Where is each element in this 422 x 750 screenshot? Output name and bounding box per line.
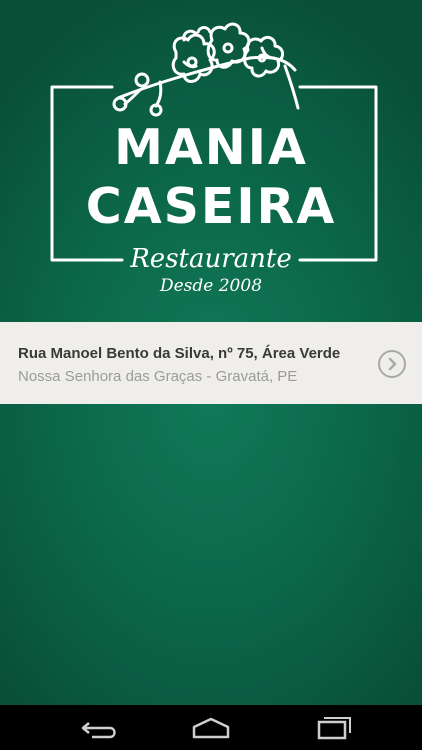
restaurant-logo: MANIA CASEIRA Restaurante Desde 2008 [0,0,422,310]
address-city: Nossa Senhora das Graças - Gravatá, PE [18,368,298,385]
recent-apps-icon[interactable] [307,713,355,743]
address-card[interactable]: Rua Manoel Bento da Silva, nº 75, Área V… [0,322,422,404]
logo-title-line2: CASEIRA [85,178,337,235]
address-street: Rua Manoel Bento da Silva, nº 75, Área V… [18,345,341,362]
logo-title-line1: MANIA [114,119,308,176]
home-icon[interactable] [187,713,235,743]
logo-subtitle: Restaurante [130,244,292,274]
chevron-right-circle-icon[interactable] [378,350,406,378]
chevron-right-icon [388,357,397,371]
system-navigation-bar [0,705,422,750]
back-icon[interactable] [72,713,120,743]
logo-since: Desde 2008 [159,276,263,296]
